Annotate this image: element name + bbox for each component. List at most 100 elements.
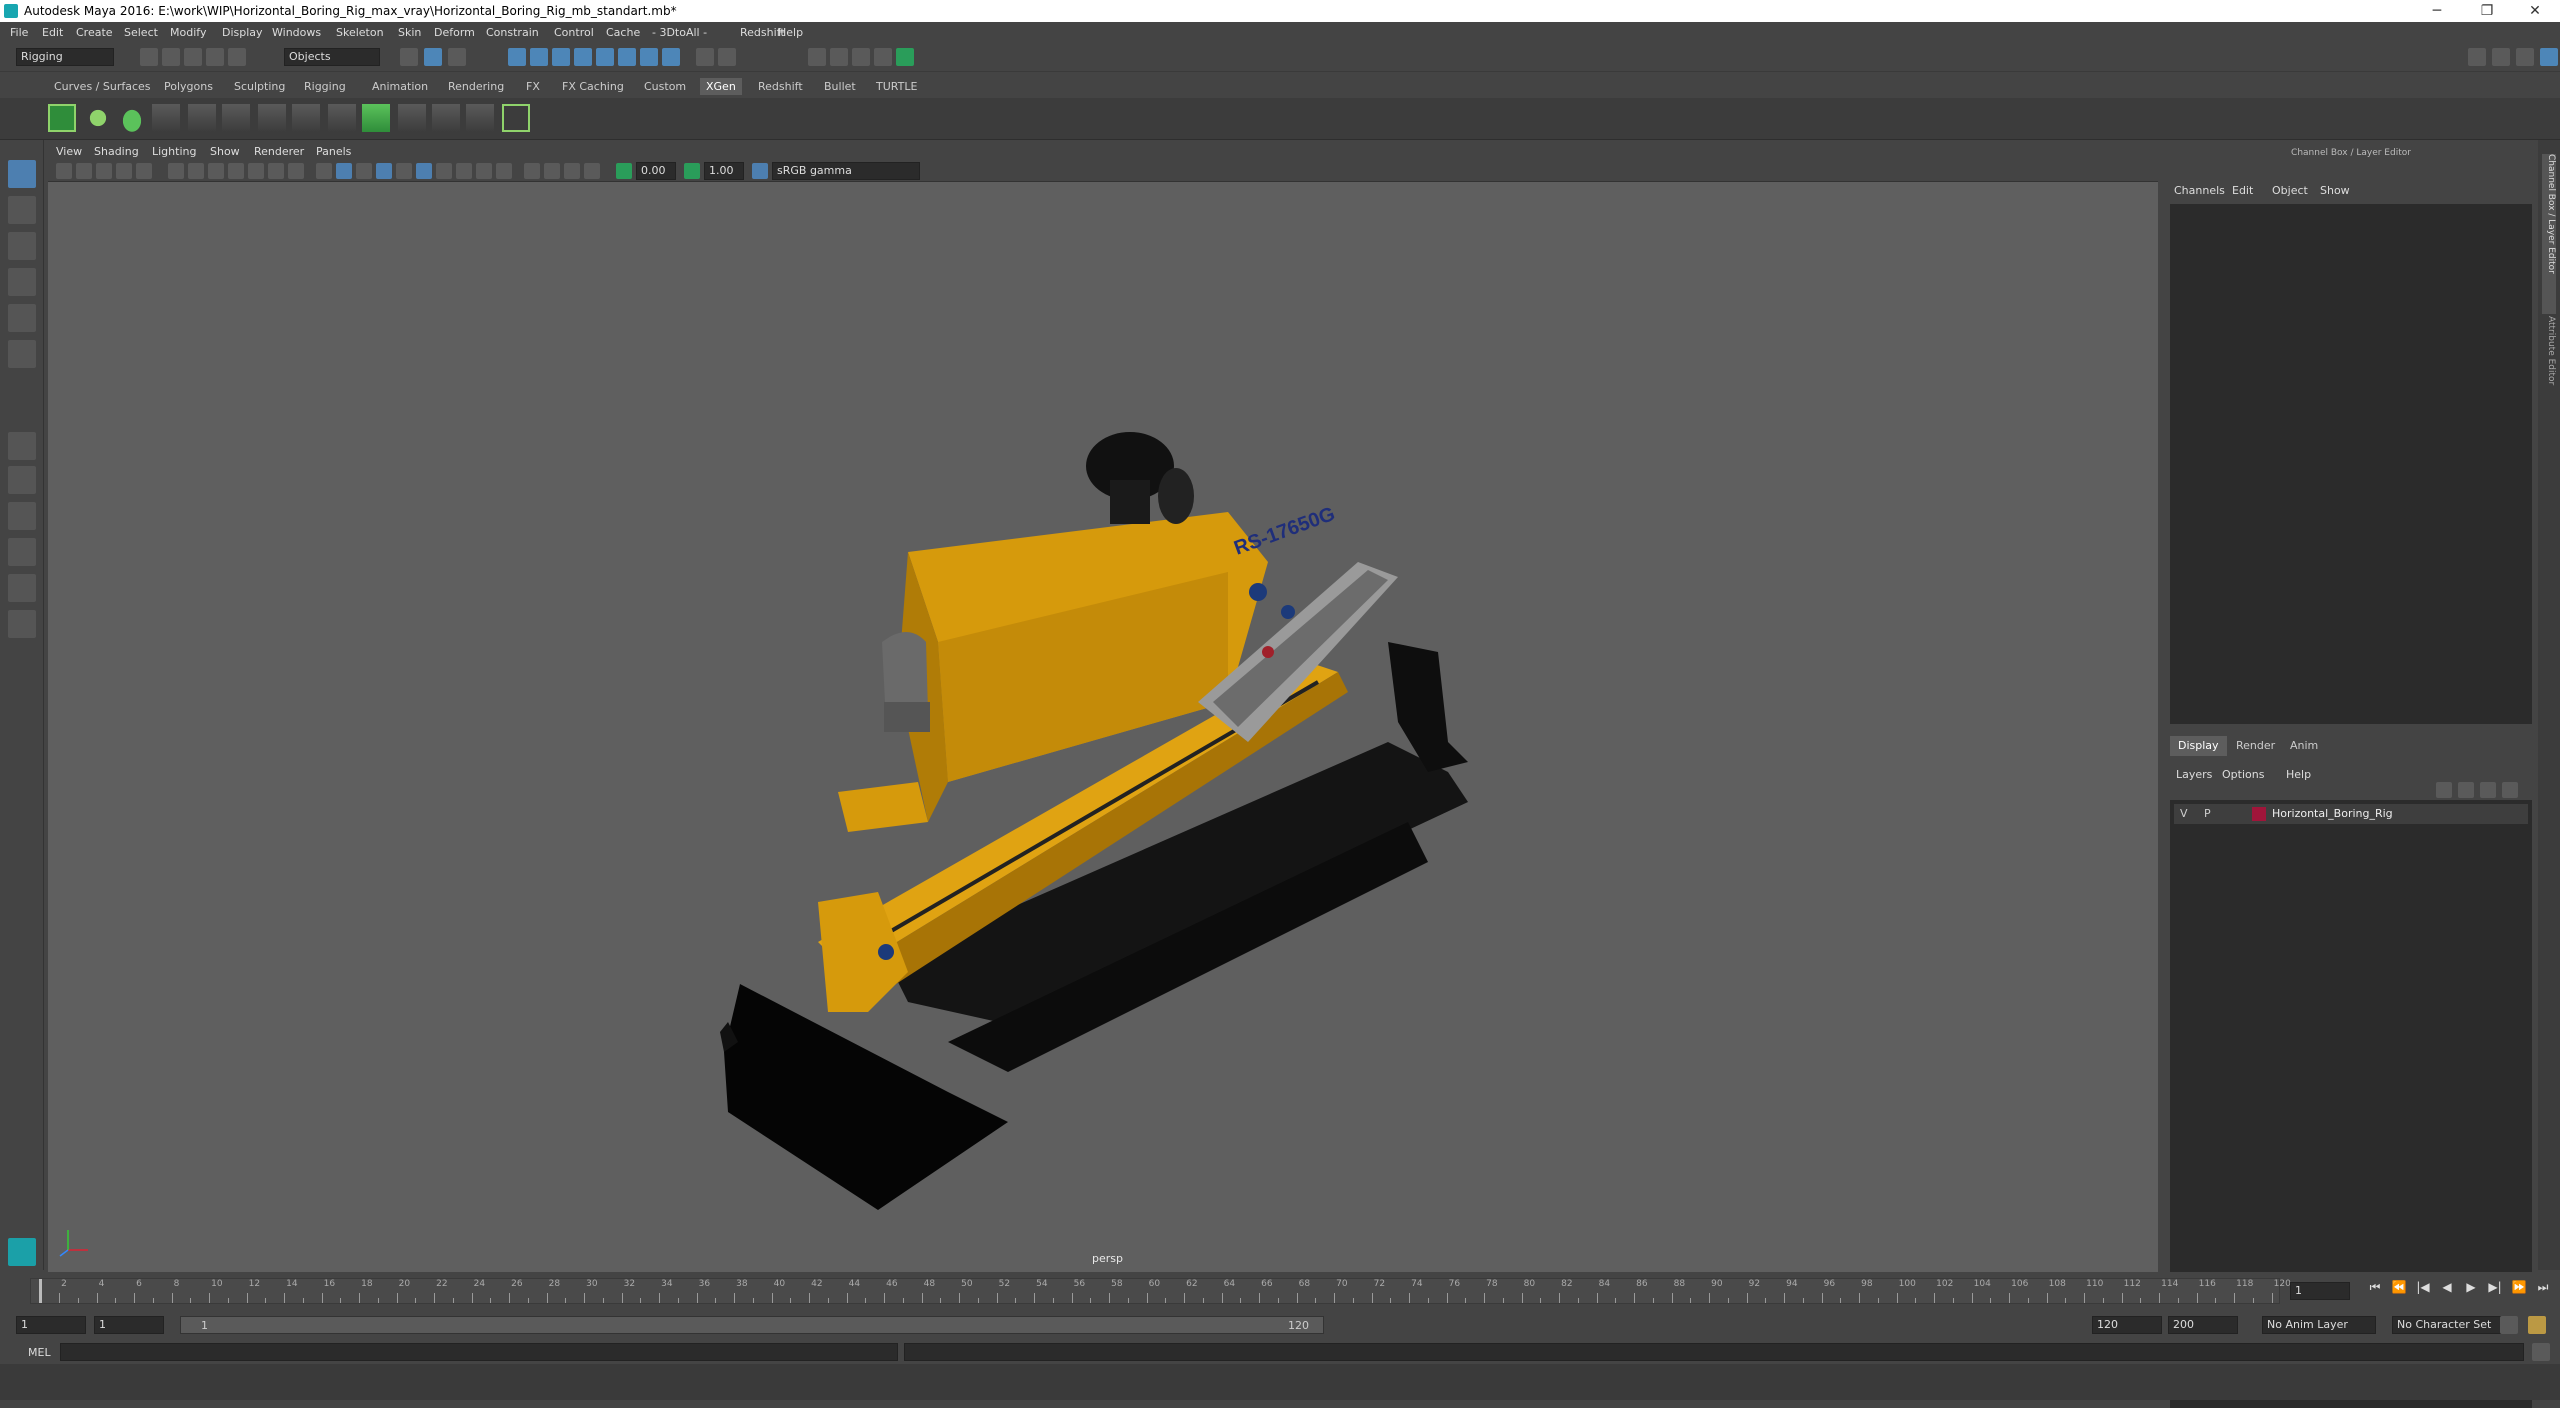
command-input[interactable] xyxy=(60,1343,898,1361)
gamma-icon[interactable] xyxy=(684,163,700,179)
xgen-guides-icon[interactable] xyxy=(152,104,180,132)
layout-icon[interactable] xyxy=(2492,48,2510,66)
xgen-sculpt-icon[interactable] xyxy=(222,104,250,132)
render-seq-icon[interactable] xyxy=(830,48,848,66)
smooth-shade-icon[interactable] xyxy=(336,163,352,179)
channel-edit-menu[interactable]: Edit xyxy=(2232,184,2253,197)
go-end-icon[interactable]: ⏭ xyxy=(2534,1278,2552,1296)
layer-color-swatch[interactable] xyxy=(2252,807,2266,821)
gamma-field[interactable]: 1.00 xyxy=(704,162,744,180)
xgen-hair-icon[interactable] xyxy=(432,104,460,132)
panel-menu-renderer[interactable]: Renderer xyxy=(254,145,304,158)
menu-file[interactable]: File xyxy=(10,26,28,39)
layer-tab-render[interactable]: Render xyxy=(2228,736,2283,756)
view-transform-dropdown[interactable]: sRGB gamma xyxy=(772,162,920,180)
four-view-icon[interactable] xyxy=(8,466,36,494)
xgen-preview-icon[interactable] xyxy=(502,104,530,132)
step-back-key-icon[interactable]: ⏪ xyxy=(2390,1278,2408,1296)
paint-select-icon[interactable] xyxy=(8,232,36,260)
new-scene-icon[interactable] xyxy=(140,48,158,66)
animation-prefs-icon[interactable] xyxy=(2528,1316,2546,1334)
exposure-icon[interactable] xyxy=(616,163,632,179)
shelf-tab-animation[interactable]: Animation xyxy=(366,78,434,95)
new-layer-selected-icon[interactable] xyxy=(2502,782,2518,798)
auto-key-icon[interactable] xyxy=(2500,1316,2518,1334)
color-management-icon[interactable] xyxy=(752,163,768,179)
shelf-tab-polygons[interactable]: Polygons xyxy=(158,78,219,95)
snap-surface-icon[interactable] xyxy=(596,48,614,66)
minimize-button[interactable]: ─ xyxy=(2414,2,2460,20)
menu-create[interactable]: Create xyxy=(76,26,113,39)
camera-attr-icon[interactable] xyxy=(76,163,92,179)
xgen-editor-icon[interactable] xyxy=(48,104,76,132)
move-tool-icon[interactable] xyxy=(8,268,36,296)
settings-icon[interactable] xyxy=(2540,48,2558,66)
menuset-dropdown[interactable]: Rigging xyxy=(16,48,114,66)
menu-cache[interactable]: Cache xyxy=(606,26,640,39)
history-icon[interactable] xyxy=(640,48,658,66)
select-component-icon[interactable] xyxy=(448,48,466,66)
select-object-icon[interactable] xyxy=(424,48,442,66)
shadows-icon[interactable] xyxy=(416,163,432,179)
shelf-tab-fx-caching[interactable]: FX Caching xyxy=(556,78,630,95)
xray-components-icon[interactable] xyxy=(584,163,600,179)
panel-menu-show[interactable]: Show xyxy=(210,145,240,158)
step-back-frame-icon[interactable]: |◀ xyxy=(2414,1278,2432,1296)
film-gate-icon[interactable] xyxy=(188,163,204,179)
xgen-groom-icon[interactable] xyxy=(328,104,356,132)
single-perspective-icon[interactable] xyxy=(8,432,36,460)
playback-start-field[interactable]: 1 xyxy=(94,1316,164,1334)
menu-modify[interactable]: Modify xyxy=(170,26,206,39)
save-scene-icon[interactable] xyxy=(184,48,202,66)
open-scene-icon[interactable] xyxy=(162,48,180,66)
xray-icon[interactable] xyxy=(544,163,560,179)
script-editor-icon[interactable] xyxy=(2532,1343,2550,1361)
time-ruler[interactable]: 2 4 6 8 10 12 14 16 18 20 22 24 26 28 30 32 34 36 38 40 42 44… xyxy=(30,1278,2291,1304)
panel-menu-shading[interactable]: Shading xyxy=(94,145,139,158)
shelf-tab-sculpting[interactable]: Sculpting xyxy=(228,78,291,95)
bookmark-icon[interactable] xyxy=(96,163,112,179)
character-set-dropdown[interactable]: No Character Set xyxy=(2392,1316,2512,1334)
go-start-icon[interactable]: ⏮ xyxy=(2366,1278,2384,1296)
custom-layout-icon[interactable] xyxy=(8,610,36,638)
snap-live-icon[interactable] xyxy=(618,48,636,66)
menu-control[interactable]: Control xyxy=(554,26,594,39)
cmd-language-label[interactable]: MEL xyxy=(28,1346,51,1359)
menu-skeleton[interactable]: Skeleton xyxy=(336,26,384,39)
ipr-render-icon[interactable] xyxy=(852,48,870,66)
xgen-cut-icon[interactable] xyxy=(466,104,494,132)
camera-select-icon[interactable] xyxy=(56,163,72,179)
motion-blur-icon[interactable] xyxy=(456,163,472,179)
anim-layer-dropdown[interactable]: No Anim Layer xyxy=(2262,1316,2376,1334)
default-material-icon[interactable] xyxy=(356,163,372,179)
shelf-tab-turtle[interactable]: TURTLE xyxy=(870,78,923,95)
workspace-icon[interactable] xyxy=(2468,48,2486,66)
grease-pencil-icon[interactable] xyxy=(136,163,152,179)
textured-icon[interactable] xyxy=(376,163,392,179)
viewport-persp[interactable]: RS-17650G persp xyxy=(48,182,2158,1272)
hypershade-icon[interactable] xyxy=(896,48,914,66)
channels-menu[interactable]: Channels xyxy=(2174,184,2225,197)
construction-icon[interactable] xyxy=(662,48,680,66)
menu-select[interactable]: Select xyxy=(124,26,158,39)
move-layer-up-icon[interactable] xyxy=(2436,782,2452,798)
menu-skin[interactable]: Skin xyxy=(398,26,421,39)
grid-icon[interactable] xyxy=(168,163,184,179)
xray-joints-icon[interactable] xyxy=(564,163,580,179)
current-time-marker[interactable] xyxy=(39,1279,43,1303)
undo-icon[interactable] xyxy=(206,48,224,66)
options-menu[interactable]: Options xyxy=(2222,768,2264,781)
shelf-tab-rigging[interactable]: Rigging xyxy=(298,78,352,95)
menu-windows[interactable]: Windows xyxy=(272,26,321,39)
safe-title-icon[interactable] xyxy=(288,163,304,179)
channel-list[interactable] xyxy=(2170,204,2532,724)
menu-edit[interactable]: Edit xyxy=(42,26,63,39)
xgen-comb-icon[interactable] xyxy=(258,104,286,132)
shelf-tab-fx[interactable]: FX xyxy=(520,78,546,95)
xgen-add-guide-icon[interactable] xyxy=(188,104,216,132)
shelf-tab-xgen[interactable]: XGen xyxy=(700,78,742,95)
current-frame-field[interactable]: 1 xyxy=(2290,1282,2350,1300)
menu-help[interactable]: Help xyxy=(778,26,803,39)
maximize-button[interactable]: ❐ xyxy=(2464,2,2510,20)
isolate-select-icon[interactable] xyxy=(524,163,540,179)
